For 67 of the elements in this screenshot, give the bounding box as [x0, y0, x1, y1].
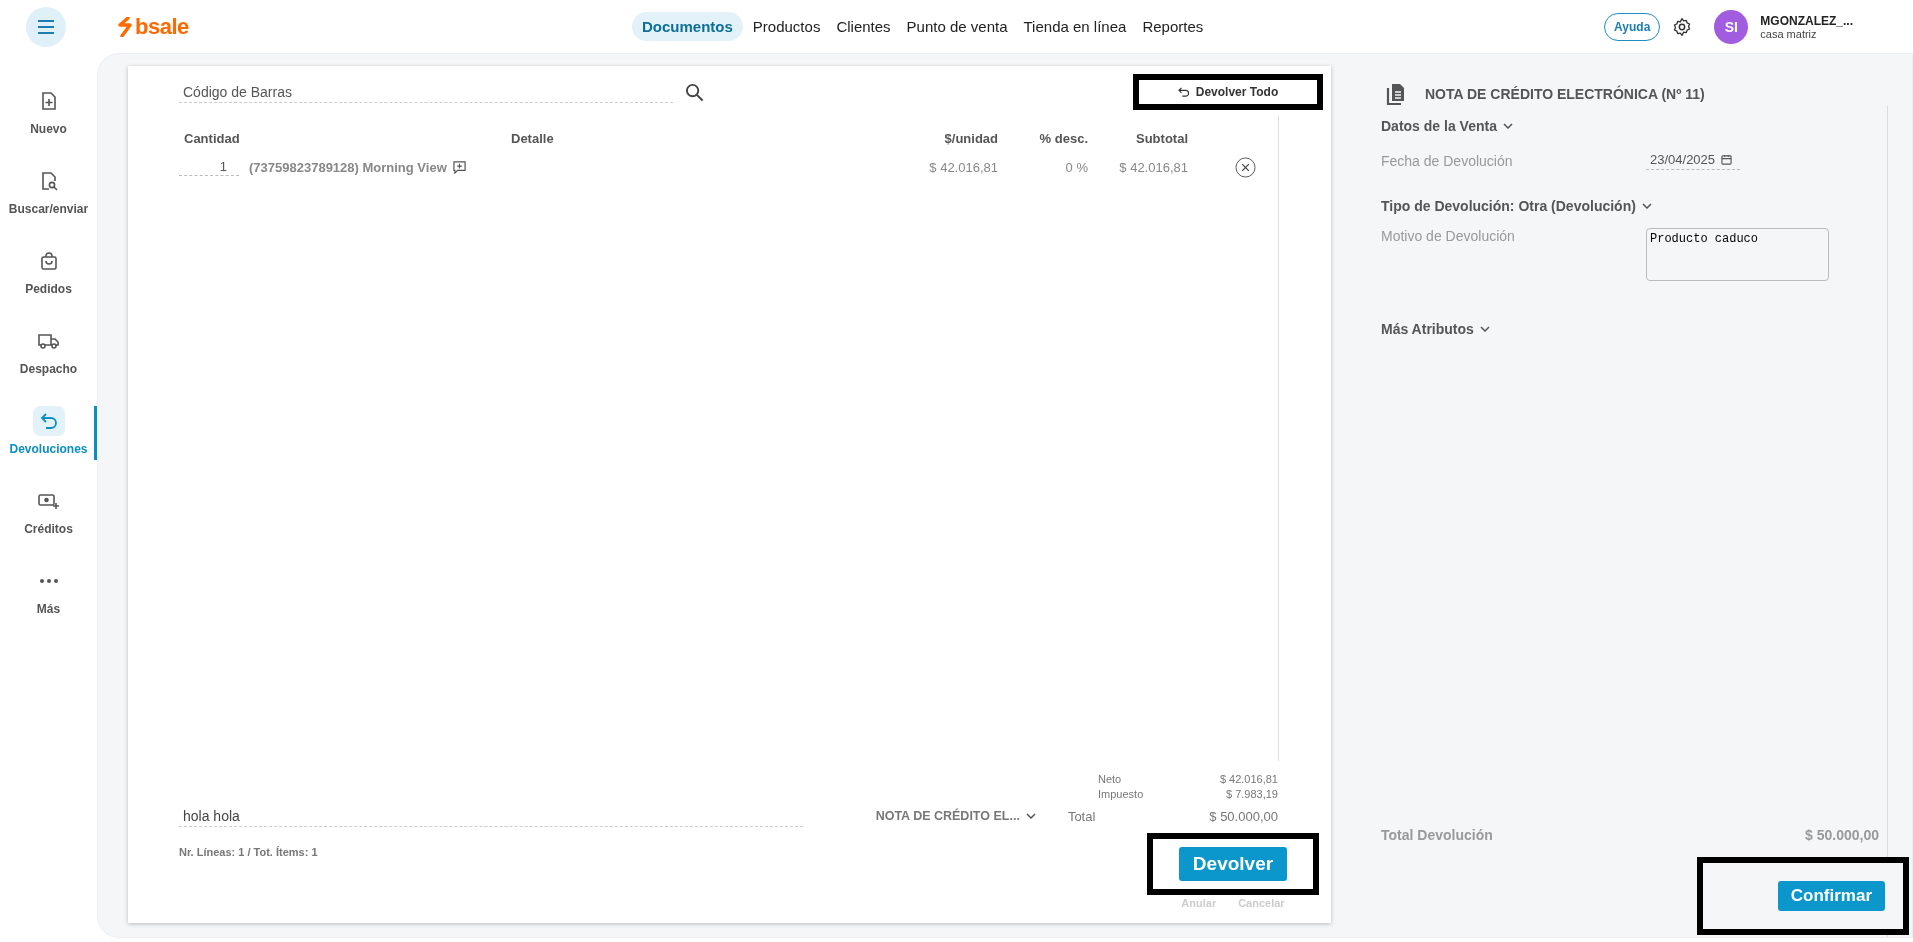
total-value: $ 7.983,19 [1226, 788, 1278, 800]
column-header: Subtotal [1135, 130, 1188, 146]
sidebar-item[interactable]: Nuevo [0, 86, 97, 140]
line-summary: Nr. Líneas: 1 / Tot. Ítems: 1 [179, 846, 318, 858]
quantity-field[interactable]: 1 [179, 158, 239, 176]
section-toggle[interactable]: Datos de la Venta [1381, 116, 1859, 136]
total-label: Total [1067, 808, 1096, 824]
nav-tab[interactable]: Documentos [632, 12, 743, 41]
nav-tab[interactable]: Reportes [1136, 12, 1210, 41]
chevron-down-icon [1641, 203, 1652, 209]
column-header: Cantidad [183, 130, 241, 146]
reason-field[interactable]: Producto caduco [1646, 228, 1829, 281]
sidebar-item[interactable]: Devoluciones [0, 406, 97, 460]
nav-tab[interactable]: Tienda en línea [1017, 12, 1133, 41]
panel-title: NOTA DE CRÉDITO ELECTRÓNICA (Nº 11) [1425, 86, 1705, 102]
branch-name: casa matriz [1760, 27, 1818, 40]
sidebar-item[interactable]: Más [0, 566, 97, 620]
column-header: % desc. [1038, 130, 1088, 146]
settings-icon[interactable] [1672, 16, 1693, 37]
user-avatar[interactable]: SI [1714, 9, 1749, 44]
user-name: MGONZALEZ_... [1760, 13, 1853, 28]
column-header: Detalle [510, 130, 555, 146]
item-detail: (73759823789128) Morning View [249, 159, 447, 175]
nav-tab[interactable]: Clientes [830, 12, 897, 41]
sidebar-item[interactable]: Pedidos [0, 246, 97, 300]
return-type-dropdown[interactable]: Tipo de Devolución: Otra (Devolución) [1381, 196, 1859, 216]
help-button[interactable]: Ayuda [1604, 12, 1661, 41]
logo-icon [118, 16, 132, 37]
table-cell-text: 0 % [1064, 159, 1088, 175]
table-cell-text: $ 42.016,81 [1118, 159, 1188, 175]
total-label: Impuesto [1098, 788, 1144, 800]
cash-plus-icon [37, 492, 60, 510]
total-value: $ 50.000,00 [1805, 827, 1879, 843]
menu-button[interactable] [26, 6, 66, 47]
table-cell-text: $ 42.016,81 [928, 159, 998, 175]
sidebar-item[interactable]: Buscar/enviar [0, 166, 97, 220]
comment-field[interactable]: hola hola [179, 805, 803, 827]
return-arrow-icon [1177, 87, 1190, 97]
chevron-down-icon [1502, 123, 1513, 129]
total-label: Total Devolución [1381, 827, 1493, 843]
truck-icon [37, 332, 60, 350]
add-comment-icon[interactable] [452, 160, 466, 174]
section-toggle[interactable]: Más Atributos [1381, 319, 1859, 339]
total-label: Neto [1098, 773, 1122, 785]
nav-tab[interactable]: Punto de venta [900, 12, 1014, 41]
return-arrow-icon [38, 411, 59, 431]
menu-icon [37, 19, 55, 34]
documents-icon [1385, 82, 1407, 106]
calendar-icon [1721, 154, 1733, 165]
column-header: $/unidad [943, 130, 998, 146]
total-value: $ 42.016,81 [1219, 773, 1278, 785]
total-value: $ 50.000,00 [1208, 808, 1278, 824]
nav-tab[interactable]: Productos [746, 12, 827, 41]
chevron-down-icon [1025, 813, 1036, 819]
document-type-dropdown[interactable]: NOTA DE CRÉDITO EL... [875, 809, 1026, 823]
field-label: Motivo de Devolución [1381, 228, 1516, 244]
search-icon[interactable] [685, 82, 704, 102]
logo-text: bsale [135, 13, 189, 40]
remove-icon[interactable] [1235, 156, 1256, 178]
shopping-bag-icon [38, 251, 59, 271]
date-field[interactable]: 23/04/2025 [1646, 152, 1741, 170]
barcode-field[interactable]: Código de Barras [179, 81, 673, 103]
chevron-down-icon [1479, 326, 1490, 332]
more-icon [38, 578, 59, 584]
sidebar-item[interactable]: Despacho [0, 326, 97, 380]
field-label: Fecha de Devolución [1381, 153, 1514, 169]
sidebar-item[interactable]: Créditos [0, 486, 97, 540]
